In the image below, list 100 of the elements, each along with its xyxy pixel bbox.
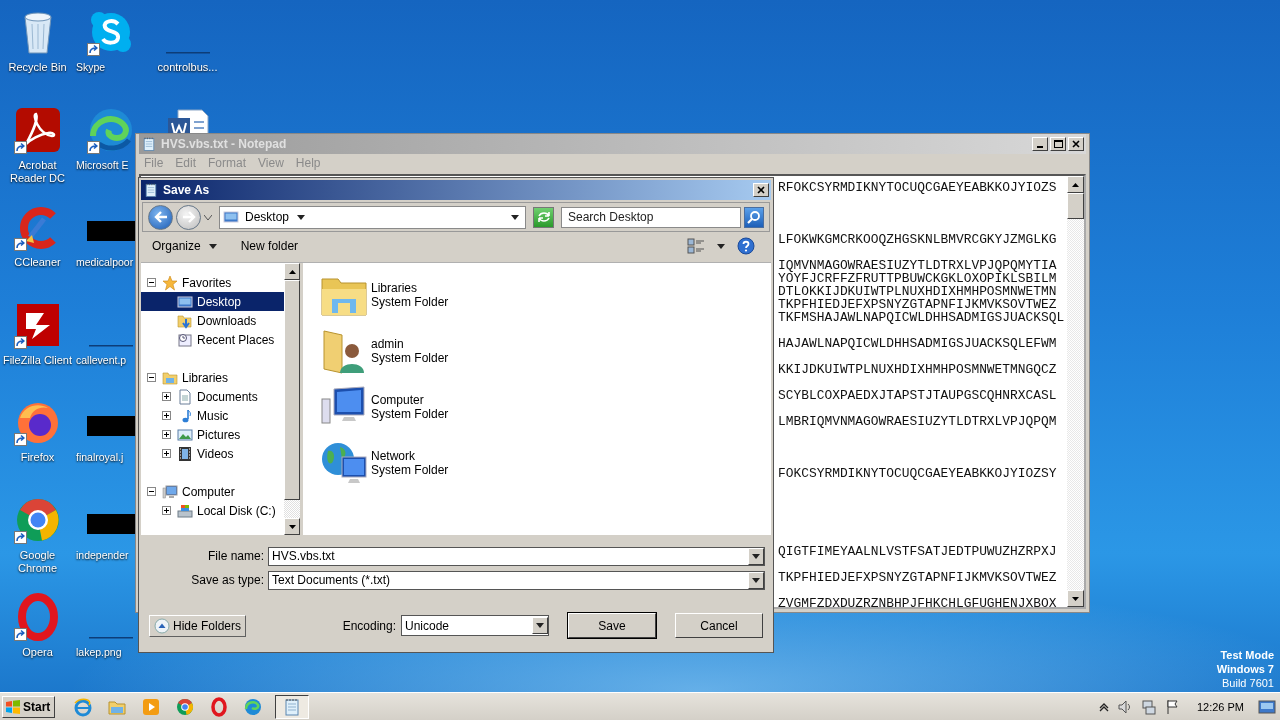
organize-button[interactable]: Organize [149,237,220,255]
text-line: KKIJDKUIWTPLNUXHDIXHMHPOSMNWETMNGQCZ [778,363,1057,376]
icon-label[interactable]: lakep.png [75,646,122,659]
combo-box[interactable]: HVS.vbs.txt [268,546,765,566]
icon-label[interactable]: Acrobat Reader DC [1,158,74,185]
text-line: HAJAWLNAPQICWLDHHSADMIGSJUACKSQLEFWM [778,337,1057,350]
tree-item[interactable]: Videos [141,444,284,463]
scroll-up-button[interactable] [284,263,300,280]
cancel-button[interactable]: Cancel [675,613,763,638]
library-folder-icon [162,369,178,386]
text-line: TKFMSHAJAWLNAPQICWLDHHSADMIGSJUACKSQL [778,311,1065,324]
scroll-down-button[interactable] [284,518,300,535]
icon-label[interactable]: FileZilla Client [1,353,74,367]
forward-button[interactable] [176,204,201,230]
recent-places-icon [177,331,193,348]
item-type: System Folder [371,295,449,309]
browser-icon [209,696,230,717]
collapse-icon[interactable] [147,487,156,496]
tree-item[interactable]: Downloads [141,311,284,330]
combo-box[interactable]: Unicode [401,615,549,636]
back-button[interactable] [148,204,173,230]
item-name[interactable]: Computer [371,393,449,407]
collapse-icon[interactable] [147,278,156,287]
start-button[interactable]: Start [2,695,56,718]
collapse-icon[interactable] [147,373,156,382]
icon-label[interactable]: Firefox [1,451,74,464]
address-bar[interactable]: Desktop [219,205,526,229]
item-name[interactable]: admin [371,337,449,351]
icon-label[interactable]: CCleaner [1,256,74,269]
icon-label[interactable]: Skype [75,61,106,74]
tree-item[interactable]: Desktop [141,292,284,311]
close-button[interactable] [753,183,769,197]
expand-icon[interactable] [162,392,171,401]
text-line: DTLOKKIJDKUIWTPLNUXHDIXHMHPOSMNWETMN [778,285,1057,298]
scrollbar-track[interactable] [284,263,300,535]
pdf-reader-icon[interactable] [13,105,62,154]
flag-icon[interactable] [1164,698,1181,715]
caret-icon [752,577,760,583]
notepad-icon [143,182,159,198]
tree-item[interactable]: Computer [141,482,284,501]
dropdown-button[interactable] [748,547,764,565]
up-arrow-icon [288,269,296,274]
tree-label: Videos [197,446,234,461]
view-caret-icon [717,243,725,249]
search-button[interactable] [744,206,764,228]
down-arrow-icon [1072,596,1079,601]
scroll-thumb[interactable] [1067,193,1084,219]
icon-label[interactable]: medicalpoor [75,256,134,269]
help-icon[interactable] [737,237,755,255]
clock[interactable]: 12:26 PM [1196,700,1244,713]
expand-icon[interactable] [162,430,171,439]
hide-folders-button[interactable]: Hide Folders [149,614,247,637]
item-name[interactable]: Libraries [371,281,449,295]
view-options-icon[interactable] [687,238,705,254]
tree-item[interactable]: Pictures [141,425,284,444]
icon-label[interactable]: Microsoft E [75,158,129,172]
tree-item[interactable]: Documents [141,387,284,406]
icon-label[interactable]: Opera [1,646,74,659]
up-arrow-icon[interactable] [1098,701,1109,712]
search-field[interactable]: Search Desktop [561,206,741,228]
tree-item[interactable]: Music [141,406,284,425]
scrollbar-track[interactable] [1067,176,1084,607]
icon-label[interactable]: Recycle Bin [1,61,74,74]
breadcrumb-button[interactable]: Desktop [243,210,308,224]
item-name[interactable]: Network [371,449,449,463]
refresh-button[interactable] [533,206,554,228]
caret-icon [752,553,760,559]
new-folder-button[interactable]: New folder [237,237,302,255]
tree-label: Favorites [182,275,232,290]
dropdown-button[interactable] [748,571,764,589]
show-desktop-icon[interactable] [1258,698,1276,715]
tree-item[interactable]: Local Disk (C:) [141,501,284,520]
dropdown-button[interactable] [532,617,548,634]
expand-icon[interactable] [162,506,171,515]
text-line: YOYFJCRFFZFRUTTPBUWCKGKLOXOPIKLSBILM [778,272,1057,285]
combo-box[interactable]: Text Documents (*.txt) [268,570,765,590]
expand-icon[interactable] [162,449,171,458]
history-caret-icon[interactable] [204,214,212,220]
scroll-down-button[interactable] [1067,590,1084,607]
tree-item[interactable]: Favorites [141,273,284,292]
speaker-icon[interactable] [1116,698,1133,715]
scroll-up-button[interactable] [1067,176,1084,193]
taskbar-button[interactable] [275,694,310,719]
tree-item[interactable]: Libraries [141,368,284,387]
folder-arrow-icon [177,312,193,329]
scroll-thumb[interactable] [284,280,300,500]
watermark-text: Test Mode [1220,648,1274,662]
icon-label[interactable]: controlbus... [151,61,224,74]
expand-icon[interactable] [162,411,171,420]
tree-label: Downloads [197,313,257,328]
save-button[interactable]: Save [568,613,656,638]
text-line: TKPFHIEDJEFXPSNYZGTAPNFIJKMVKSOVTWEZ [778,571,1057,584]
tree-label: Documents [197,389,258,404]
network-icon[interactable] [1140,698,1157,715]
tree-item[interactable]: Recent Places [141,330,284,349]
media-player-icon [141,696,162,717]
icon-label[interactable]: callevent.p [75,353,127,367]
right-arrow-icon [181,211,196,223]
text-line: ZVGMFZDXDUZRZNBHPJFHKCHLGFUGHENJXBOX [778,597,1057,607]
field-label: File name: [206,549,265,563]
